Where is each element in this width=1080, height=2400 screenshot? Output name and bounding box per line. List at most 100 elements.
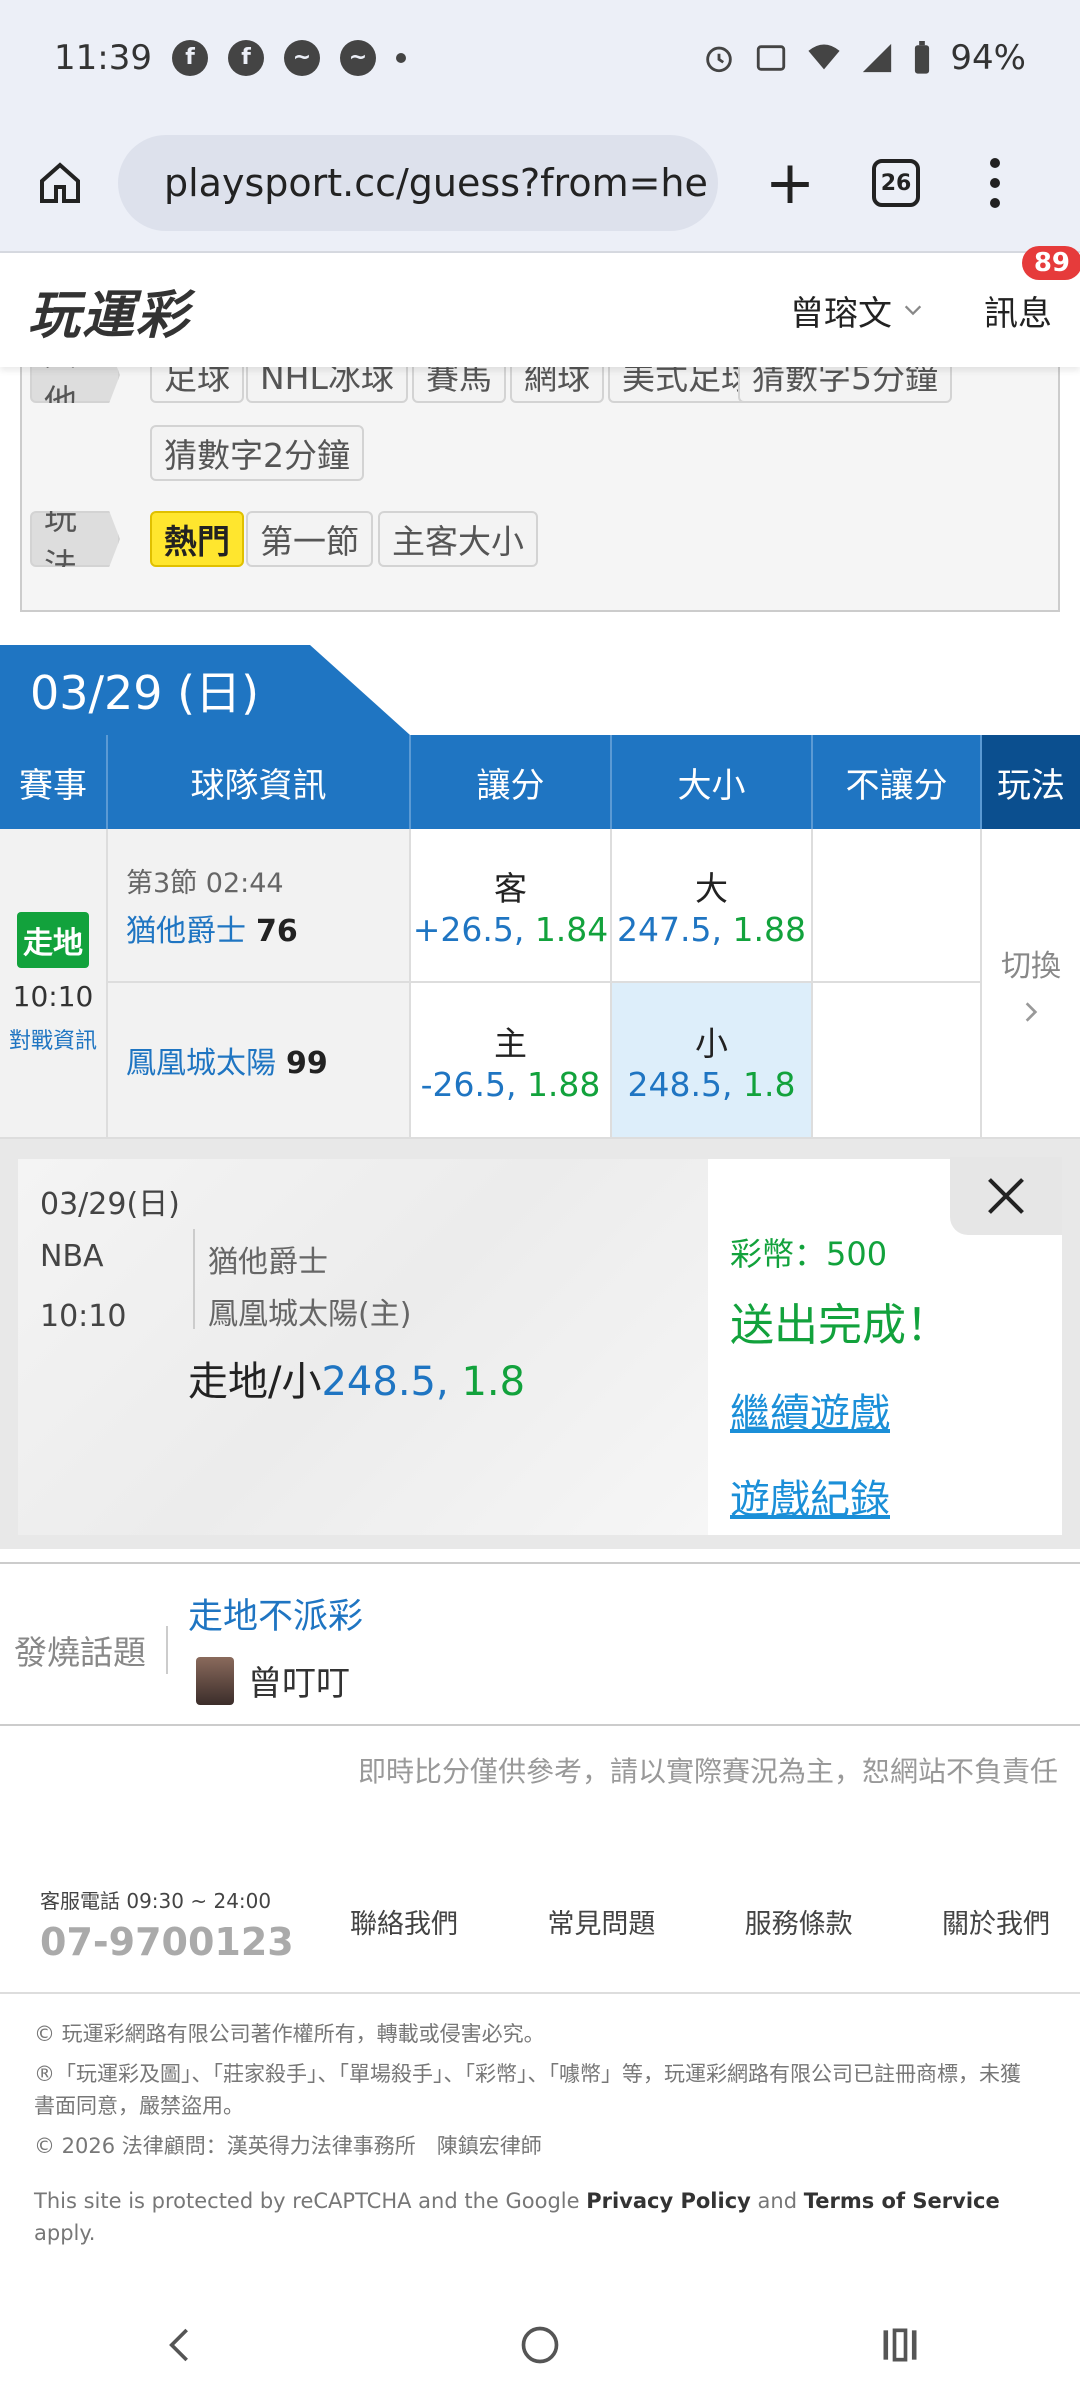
home-circle-icon [521,2326,559,2364]
signal-icon [863,43,892,72]
continue-game-link[interactable]: 繼續遊戲 [730,1381,950,1439]
messenger-icon: ~ [339,39,376,76]
service-hours: 客服電話 09:30 ~ 24:00 [40,1889,272,1913]
footer-link-terms[interactable]: 服務條款 [745,1902,853,1941]
spread-away-odds[interactable]: 客 +26.5, 1.84 [411,829,610,983]
copyright-text: © 玩運彩網路有限公司著作權所有，轉載或侵害必究。 [34,2022,545,2046]
game-history-link[interactable]: 遊戲紀錄 [730,1467,950,1525]
away-team[interactable]: 猶他爵士 76 [126,906,409,950]
date-header: 03/29 (日) [0,645,410,735]
submit-success-message: 送出完成！ [730,1300,950,1351]
col-event: 賽事 [0,735,108,829]
game-period: 第3節 02:44 [126,867,284,899]
author-name: 曾叮叮 [248,1664,350,1704]
browser-toolbar: playsport.cc/guess?from=he + 26 [0,115,1080,253]
home-button[interactable] [28,151,92,215]
away-score: 76 [256,913,298,949]
facebook-icon: f [227,39,264,76]
recents-icon [883,2328,917,2362]
footer-link-contact[interactable]: 聯絡我們 [350,1902,458,1941]
col-play-toggle[interactable]: 玩法 [982,735,1080,829]
privacy-policy-link[interactable]: Privacy Policy [586,2189,751,2213]
col-total: 大小 [612,735,813,829]
total-over-odds[interactable]: 大 247.5, 1.88 [612,829,811,983]
filter-home-away-total[interactable]: 主客大小 [378,511,538,567]
filter-panel: 其他 足球 NHL冰球 賽馬 網球 美式足球 猜數字5分鐘 猜數字2分鐘 玩法 … [20,347,1060,612]
bet-confirmation-panel: 03/29(日) NBA 10:10 猶他爵士 鳳凰城太陽(主) 走地/小248… [0,1139,1080,1549]
hot-topic-label: 發燒話題 [14,1626,168,1674]
live-status-badge: 走地 [17,911,89,968]
footer-link-faq[interactable]: 常見問題 [547,1902,655,1941]
coins-balance: 彩幣：500 [730,1235,888,1273]
back-button[interactable] [140,2305,220,2385]
home-score: 99 [286,1046,328,1081]
facebook-icon: f [171,39,208,76]
site-header: 玩運彩 曾瑢文 訊息 89 [0,245,1080,367]
chevron-right-icon [1025,1002,1038,1022]
messages-badge: 89 [1021,245,1080,280]
hot-topic: 發燒話題 走地不派彩 曾叮叮 [0,1562,1080,1726]
user-menu[interactable]: 曾瑢文 [790,286,924,335]
trademark-text: ®「玩運彩及圖」、「莊家殺手」、「單場殺手」、「彩幣」、「噱幣」等，玩運彩網路有… [34,2062,1021,2118]
chevron-down-icon [904,305,922,316]
back-icon [169,2328,188,2362]
footer-links: 聯絡我們 常見問題 服務條款 關於我們 [350,1902,1050,1941]
confirm-time: 10:10 [40,1299,127,1334]
col-moneyline: 不讓分 [813,735,982,829]
messages-label: 訊息 [984,293,1052,334]
status-time: 11:39 [54,37,152,78]
messenger-icon: ~ [283,39,320,76]
url-text: playsport.cc/guess?from=he [164,161,708,205]
system-nav-bar [0,2290,1080,2400]
switch-button[interactable]: 切換 [982,829,1080,1137]
new-tab-button[interactable]: + [758,148,822,218]
address-bar[interactable]: playsport.cc/guess?from=he [118,135,718,231]
battery-icon [915,40,930,74]
col-team-info: 球隊資訊 [108,735,411,829]
browser-menu-button[interactable] [990,158,1000,208]
more-notifications-icon [395,52,406,63]
hot-topic-author[interactable]: 曾叮叮 [196,1656,350,1705]
confirm-league: NBA [40,1239,104,1274]
confirm-date: 03/29(日) [40,1187,180,1222]
total-under-odds[interactable]: 小 248.5, 1.8 [612,983,811,1137]
table-header: 賽事 球隊資訊 讓分 大小 不讓分 玩法 [0,735,1080,829]
customer-service: 客服電話 09:30 ~ 24:00 07-9700123 [40,1885,294,1964]
home-icon [40,162,80,203]
terms-of-service-link[interactable]: Terms of Service [804,2189,1000,2213]
col-spread: 讓分 [411,735,612,829]
matchup-info-link[interactable]: 對戰資訊 [9,1023,97,1055]
home-nav-button[interactable] [500,2305,580,2385]
messages-link[interactable]: 訊息 89 [984,245,1080,335]
hot-topic-title[interactable]: 走地不派彩 [188,1588,363,1639]
tab-switcher-button[interactable]: 26 [872,159,920,207]
filter-hot[interactable]: 熱門 [150,511,244,567]
recaptcha-text: This site is protected by reCAPTCHA and … [34,2189,1000,2245]
score-disclaimer: 即時比分僅供參考，請以實際賽況為主，恕網站不負責任 [357,1755,1058,1788]
battery-level: 94% [950,37,1026,78]
moneyline-cell [813,829,982,1137]
recents-button[interactable] [860,2305,940,2385]
filter-first-quarter[interactable]: 第一節 [246,511,373,567]
game-row: 走地 10:10 對戰資訊 第3節 02:44 猶他爵士 76 鳳凰城太陽 99 客… [0,829,1080,1139]
status-bar: 11:39 f f ~ ~ 94% [0,0,1080,115]
site-logo[interactable]: 玩運彩 [28,273,190,348]
footer-divider [0,1992,1080,1994]
game-time: 10:10 [12,979,94,1013]
user-name: 曾瑢文 [790,293,892,334]
footer-link-about[interactable]: 關於我們 [942,1902,1050,1941]
close-button[interactable] [950,1157,1062,1235]
switch-label: 切換 [1001,949,1061,984]
home-team[interactable]: 鳳凰城太陽 99 [126,1038,409,1082]
close-icon [988,1178,1024,1214]
confirm-away-team: 猶他爵士 [208,1245,328,1280]
filter-number-2min[interactable]: 猜數字2分鐘 [150,425,364,481]
legal-text: © 2026 法律顧問：漢英得力法律事務所 陳鎮宏律師 [34,2134,542,2158]
avatar [196,1656,234,1705]
wifi-icon [808,44,841,69]
confirm-home-team: 鳳凰城太陽(主) [208,1297,412,1332]
divider [193,1229,195,1329]
volte-icon [757,44,786,71]
spread-home-odds[interactable]: 主 -26.5, 1.88 [411,983,610,1137]
service-phone[interactable]: 07-9700123 [40,1920,294,1964]
